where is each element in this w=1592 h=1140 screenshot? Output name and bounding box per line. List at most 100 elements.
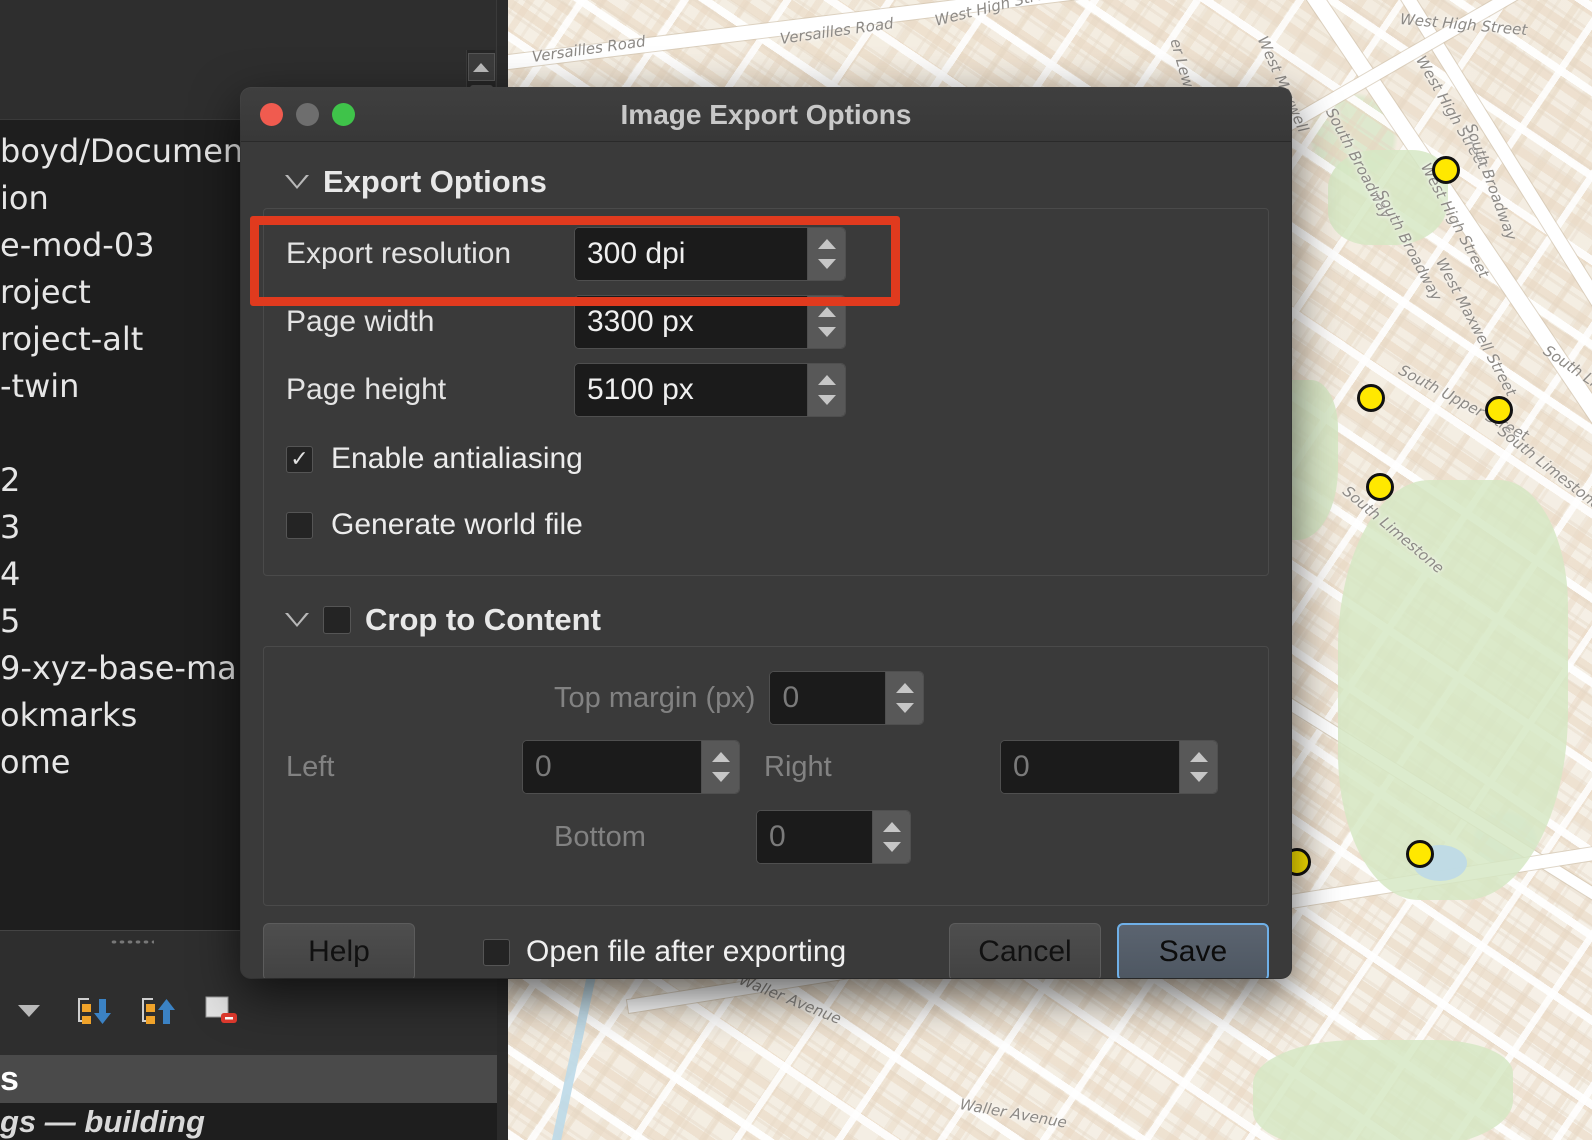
open-file-after-exporting-checkbox[interactable]: [483, 938, 510, 966]
map-point-marker[interactable]: [1357, 384, 1385, 412]
export-resolution-label: Export resolution: [286, 237, 512, 270]
map-street-label: South Li: [1539, 341, 1592, 391]
bottom-margin-spinbox[interactable]: 0: [756, 810, 911, 864]
right-margin-spinbox[interactable]: 0: [1000, 740, 1218, 794]
layers-toolbar: [0, 986, 242, 1036]
stepper-up-icon[interactable]: [817, 375, 836, 385]
map-street-label: South Broadway: [1372, 186, 1446, 304]
image-export-options-dialog[interactable]: Image Export Options Export Options Expo…: [241, 88, 1291, 978]
expand-layers-icon[interactable]: [136, 990, 178, 1032]
page-height-row: Page height 5100 px: [286, 359, 1246, 421]
layers-panel-title: s: [0, 1055, 497, 1103]
page-width-row: Page width 3300 px: [286, 291, 1246, 353]
stepper-down-icon[interactable]: [817, 327, 836, 337]
left-margin-spinbox[interactable]: 0: [522, 740, 740, 794]
map-street-label: West High Street: [1412, 52, 1492, 173]
right-margin-stepper[interactable]: [1179, 741, 1217, 793]
cancel-button[interactable]: Cancel: [949, 923, 1101, 978]
stepper-up-icon[interactable]: [711, 752, 730, 762]
save-button[interactable]: Save: [1117, 923, 1269, 978]
enable-antialiasing-row[interactable]: ✓ Enable antialiasing: [286, 429, 1246, 489]
disclosure-triangle-icon[interactable]: [285, 175, 309, 189]
export-resolution-spinbox[interactable]: 300 dpi: [574, 227, 846, 281]
map-street-label: West Maxwell Street: [1432, 254, 1521, 400]
map-point-marker[interactable]: [1432, 156, 1460, 184]
map-street-label: Versailles Road: [778, 14, 895, 48]
right-margin-cell: Right 0: [764, 740, 1218, 794]
open-file-after-exporting-label: Open file after exporting: [526, 935, 847, 968]
top-margin-label: Top margin (px): [554, 681, 756, 714]
page-width-label: Page width: [286, 305, 435, 338]
generate-world-file-checkbox[interactable]: [286, 511, 313, 539]
generate-world-file-row[interactable]: Generate world file: [286, 495, 1246, 555]
map-street-label: Waller Avenue: [736, 970, 844, 1028]
left-margin-stepper[interactable]: [701, 741, 739, 793]
left-margin-label: Left: [286, 750, 335, 783]
disclosure-triangle-icon[interactable]: [285, 613, 309, 627]
crop-to-content-checkbox[interactable]: [323, 606, 351, 634]
stepper-down-icon[interactable]: [1189, 772, 1208, 782]
right-margin-value[interactable]: 0: [1001, 741, 1179, 793]
map-street-label: West High Street: [932, 0, 1062, 30]
panel-drag-grip[interactable]: [110, 939, 154, 945]
crop-margins-grid: Top margin (px) 0 Left 0 Right 0 Bottom …: [286, 665, 1246, 883]
stepper-down-icon[interactable]: [817, 395, 836, 405]
map-street-label: South Broadway: [1461, 120, 1521, 243]
dialog-body: Export Options Export resolution 300 dpi…: [241, 142, 1291, 906]
crop-to-content-group: Top margin (px) 0 Left 0 Right 0 Bottom …: [263, 646, 1269, 906]
stepper-up-icon[interactable]: [1189, 752, 1208, 762]
enable-antialiasing-checkbox[interactable]: ✓: [286, 445, 313, 473]
map-street-label: Waller Avenue: [958, 1095, 1069, 1132]
left-margin-value[interactable]: 0: [523, 741, 701, 793]
remove-layer-icon[interactable]: [200, 990, 242, 1032]
bottom-margin-stepper[interactable]: [872, 811, 910, 863]
dialog-titlebar[interactable]: Image Export Options: [241, 88, 1291, 142]
left-margin-cell: Left 0: [286, 740, 740, 794]
dialog-title: Image Export Options: [620, 98, 912, 130]
top-margin-spinbox[interactable]: 0: [769, 671, 925, 725]
bottom-margin-value[interactable]: 0: [757, 811, 872, 863]
enable-antialiasing-label: Enable antialiasing: [331, 442, 583, 475]
crop-to-content-title: Crop to Content: [365, 602, 601, 637]
collapse-layers-icon[interactable]: [72, 990, 114, 1032]
page-width-value[interactable]: 3300 px: [575, 296, 807, 348]
crop-to-content-header[interactable]: Crop to Content: [263, 602, 1269, 638]
page-width-spinbox[interactable]: 3300 px: [574, 295, 846, 349]
open-file-after-exporting-row[interactable]: Open file after exporting: [483, 935, 846, 969]
map-point-marker[interactable]: [1366, 473, 1394, 501]
export-options-header[interactable]: Export Options: [263, 164, 1269, 200]
top-margin-cell: Top margin (px) 0: [554, 671, 925, 725]
page-height-value[interactable]: 5100 px: [575, 364, 807, 416]
help-button[interactable]: Help: [263, 923, 415, 978]
page-height-spinbox[interactable]: 5100 px: [574, 363, 846, 417]
map-point-marker[interactable]: [1406, 840, 1434, 868]
generate-world-file-label: Generate world file: [331, 508, 583, 541]
stepper-up-icon[interactable]: [895, 683, 914, 693]
export-options-title: Export Options: [323, 164, 547, 199]
export-resolution-row: Export resolution 300 dpi: [286, 223, 1246, 285]
page-height-stepper[interactable]: [807, 364, 845, 416]
stepper-down-icon[interactable]: [817, 259, 836, 269]
stepper-down-icon[interactable]: [895, 703, 914, 713]
dialog-footer: Help Open file after exporting Cancel Sa…: [241, 906, 1291, 978]
stepper-up-icon[interactable]: [817, 239, 836, 249]
map-street-label: Versailles Road: [530, 32, 647, 66]
caret-down-shape: [18, 1005, 40, 1017]
stepper-up-icon[interactable]: [817, 307, 836, 317]
chevron-up-icon: [473, 62, 489, 72]
export-resolution-stepper[interactable]: [807, 228, 845, 280]
expand-caret-icon[interactable]: [8, 990, 50, 1032]
top-margin-value[interactable]: 0: [770, 672, 886, 724]
bottom-margin-label: Bottom: [554, 820, 646, 853]
top-margin-stepper[interactable]: [885, 672, 924, 724]
stepper-down-icon[interactable]: [882, 842, 901, 852]
scroll-up-button[interactable]: [467, 53, 495, 81]
layer-list-item[interactable]: gs — building: [0, 1103, 497, 1140]
map-street-label: West High Street: [1399, 10, 1528, 40]
page-width-stepper[interactable]: [807, 296, 845, 348]
stepper-up-icon[interactable]: [882, 822, 901, 832]
export-resolution-value[interactable]: 300 dpi: [575, 228, 807, 280]
map-point-marker[interactable]: [1485, 396, 1513, 424]
stepper-down-icon[interactable]: [711, 772, 730, 782]
map-street-label: South Limestone: [1339, 482, 1448, 578]
